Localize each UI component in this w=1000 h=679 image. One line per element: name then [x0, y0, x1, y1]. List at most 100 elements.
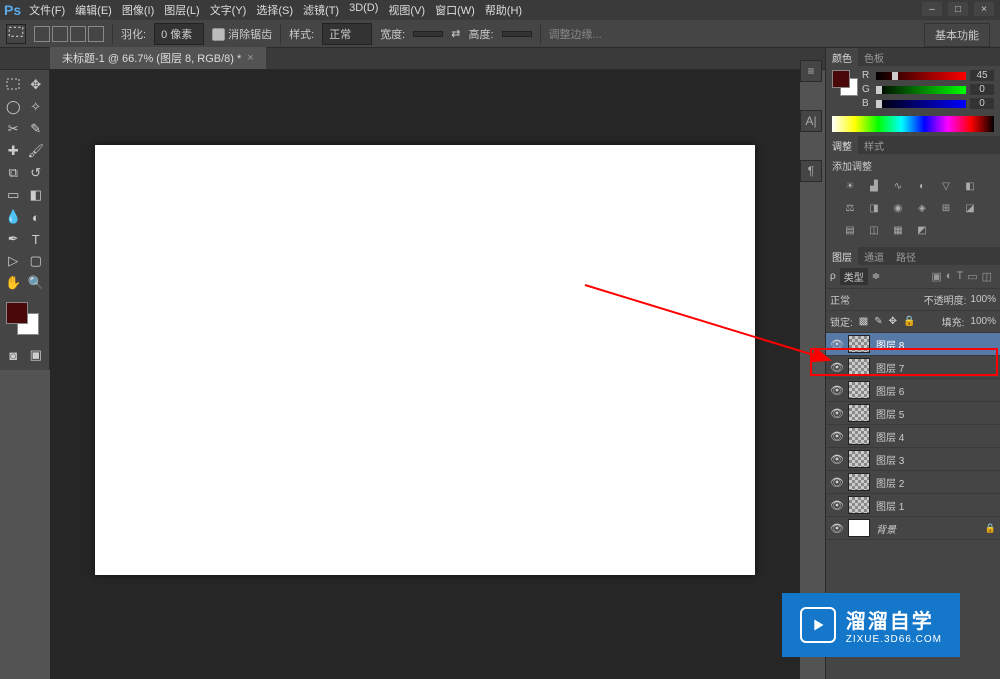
layer-row[interactable]: 👁 图层 6: [826, 379, 1000, 402]
marquee-tool-icon[interactable]: [2, 74, 25, 96]
color-tab[interactable]: 颜色: [826, 48, 858, 66]
close-tab-icon[interactable]: ×: [247, 52, 253, 64]
layer-name[interactable]: 图层 4: [876, 429, 996, 444]
layer-row[interactable]: 👁 图层 1: [826, 494, 1000, 517]
layer-thumb[interactable]: [848, 519, 870, 537]
mode-intersect-icon[interactable]: [88, 26, 104, 42]
antialias-checkbox[interactable]: 消除锯齿: [212, 26, 272, 42]
dodge-tool-icon[interactable]: ◐: [25, 206, 48, 228]
pen-tool-icon[interactable]: ✒: [2, 228, 25, 250]
exposure-icon[interactable]: ◐: [914, 179, 930, 193]
window-minimize[interactable]: –: [922, 2, 942, 16]
layer-thumb[interactable]: [848, 450, 870, 468]
healing-tool-icon[interactable]: ✚: [2, 140, 25, 162]
opacity-input[interactable]: 100%: [970, 294, 996, 305]
layer-name[interactable]: 图层 2: [876, 475, 996, 490]
crop-tool-icon[interactable]: ✂: [2, 118, 25, 140]
eyedropper-tool-icon[interactable]: ✎: [25, 118, 48, 140]
foreground-color[interactable]: [6, 302, 28, 324]
lock-pixel-icon[interactable]: ✎: [874, 316, 882, 327]
layer-row[interactable]: 👁 图层 2: [826, 471, 1000, 494]
menu-file[interactable]: 文件(F): [29, 2, 65, 18]
refine-edge-button[interactable]: 调整边缘...: [549, 26, 602, 42]
gradient-map-icon[interactable]: ▦: [890, 223, 906, 237]
gradient-tool-icon[interactable]: ◧: [25, 184, 48, 206]
brightness-icon[interactable]: ☀: [842, 179, 858, 193]
mode-sub-icon[interactable]: [70, 26, 86, 42]
channel-mixer-icon[interactable]: ◈: [914, 201, 930, 215]
menu-filter[interactable]: 滤镜(T): [303, 2, 339, 18]
layer-thumb[interactable]: [848, 496, 870, 514]
eraser-tool-icon[interactable]: ▭: [2, 184, 25, 206]
menu-window[interactable]: 窗口(W): [435, 2, 475, 18]
visibility-icon[interactable]: 👁: [830, 384, 842, 397]
layer-name[interactable]: 背景: [876, 521, 979, 536]
layer-thumb[interactable]: [848, 473, 870, 491]
history-brush-tool-icon[interactable]: ↺: [25, 162, 48, 184]
blend-mode-select[interactable]: 正常: [830, 292, 920, 307]
filter-adjust-icon[interactable]: ◐: [946, 270, 953, 283]
mode-add-icon[interactable]: [52, 26, 68, 42]
zoom-tool-icon[interactable]: 🔍: [25, 272, 48, 294]
layer-thumb[interactable]: [848, 358, 870, 376]
color-spectrum[interactable]: [832, 116, 994, 132]
lock-all-icon[interactable]: 🔒: [903, 316, 915, 327]
layer-name[interactable]: 图层 8: [876, 337, 996, 352]
layer-thumb[interactable]: [848, 335, 870, 353]
layer-row[interactable]: 👁 图层 5: [826, 402, 1000, 425]
photo-filter-icon[interactable]: ◉: [890, 201, 906, 215]
layer-row[interactable]: 👁 图层 4: [826, 425, 1000, 448]
layer-name[interactable]: 图层 5: [876, 406, 996, 421]
invert-icon[interactable]: ◪: [962, 201, 978, 215]
width-input[interactable]: [413, 31, 443, 37]
paths-tab[interactable]: 路径: [890, 247, 922, 265]
move-tool-icon[interactable]: ✥: [25, 74, 48, 96]
visibility-icon[interactable]: 👁: [830, 453, 842, 466]
posterize-icon[interactable]: ▤: [842, 223, 858, 237]
menu-3d[interactable]: 3D(D): [349, 2, 378, 18]
layer-row[interactable]: 👁 图层 3: [826, 448, 1000, 471]
channels-tab[interactable]: 通道: [858, 247, 890, 265]
layer-name[interactable]: 图层 6: [876, 383, 996, 398]
menu-help[interactable]: 帮助(H): [485, 2, 522, 18]
window-close[interactable]: ×: [974, 2, 994, 16]
stamp-tool-icon[interactable]: ⧉: [2, 162, 25, 184]
hand-tool-icon[interactable]: ✋: [2, 272, 25, 294]
style-select[interactable]: 正常: [322, 23, 372, 45]
shape-tool-icon[interactable]: ▢: [25, 250, 48, 272]
mode-new-icon[interactable]: [34, 26, 50, 42]
brush-tool-icon[interactable]: 🖌: [25, 140, 48, 162]
b-value[interactable]: 0: [970, 98, 994, 109]
color-fg-swatch[interactable]: [832, 70, 850, 88]
layers-tab[interactable]: 图层: [826, 247, 858, 265]
visibility-icon[interactable]: 👁: [830, 430, 842, 443]
r-value[interactable]: 45: [970, 70, 994, 81]
link-icon[interactable]: ⇄: [451, 27, 460, 40]
color-swatches[interactable]: [2, 300, 42, 340]
threshold-icon[interactable]: ◫: [866, 223, 882, 237]
tool-preset-picker[interactable]: [6, 24, 26, 44]
filter-shape-icon[interactable]: ▭: [967, 270, 977, 283]
history-panel-icon[interactable]: ≡: [800, 60, 822, 82]
window-maximize[interactable]: □: [948, 2, 968, 16]
document-canvas[interactable]: [95, 145, 755, 575]
layer-row[interactable]: 👁 图层 7: [826, 356, 1000, 379]
filter-type-icon[interactable]: T: [956, 270, 963, 283]
path-select-tool-icon[interactable]: ▷: [2, 250, 25, 272]
height-input[interactable]: [502, 31, 532, 37]
feather-input[interactable]: 0 像素: [154, 23, 204, 45]
r-slider[interactable]: [876, 72, 966, 80]
menu-image[interactable]: 图像(I): [122, 2, 154, 18]
visibility-icon[interactable]: 👁: [830, 476, 842, 489]
styles-tab[interactable]: 样式: [858, 136, 890, 154]
document-tab[interactable]: 未标题-1 @ 66.7% (图层 8, RGB/8) * ×: [50, 47, 266, 69]
g-value[interactable]: 0: [970, 84, 994, 95]
paragraph-panel-icon[interactable]: ¶: [800, 160, 822, 182]
screenmode-icon[interactable]: ▣: [25, 344, 48, 366]
type-tool-icon[interactable]: T: [25, 228, 48, 250]
layer-row[interactable]: 👁 图层 8: [826, 333, 1000, 356]
visibility-icon[interactable]: 👁: [830, 338, 842, 351]
fill-input[interactable]: 100%: [970, 316, 996, 327]
b-slider[interactable]: [876, 100, 966, 108]
visibility-icon[interactable]: 👁: [830, 522, 842, 535]
